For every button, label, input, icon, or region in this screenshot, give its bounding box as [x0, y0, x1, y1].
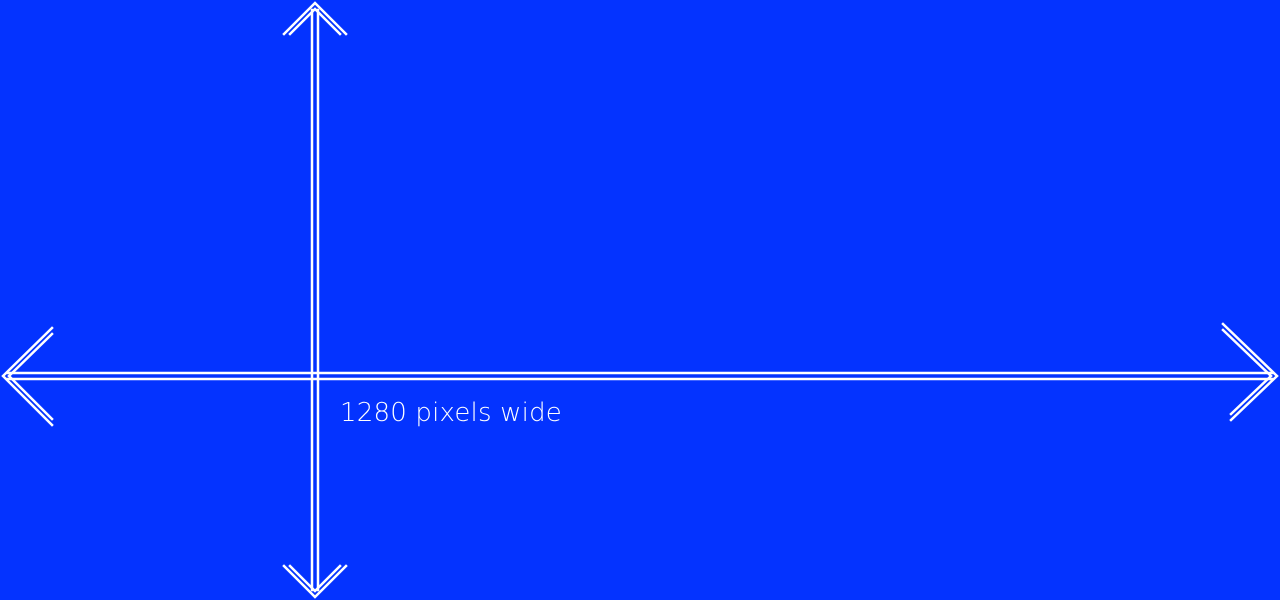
dimension-diagram: 1280 pixels wide	[0, 0, 1280, 600]
width-label: 1280 pixels wide	[340, 398, 562, 428]
left-arrowhead-inner	[7, 332, 54, 421]
vertical-arrow	[282, 1, 348, 599]
horizontal-arrow	[1, 322, 1279, 427]
arrow-layer	[1, 1, 1279, 599]
